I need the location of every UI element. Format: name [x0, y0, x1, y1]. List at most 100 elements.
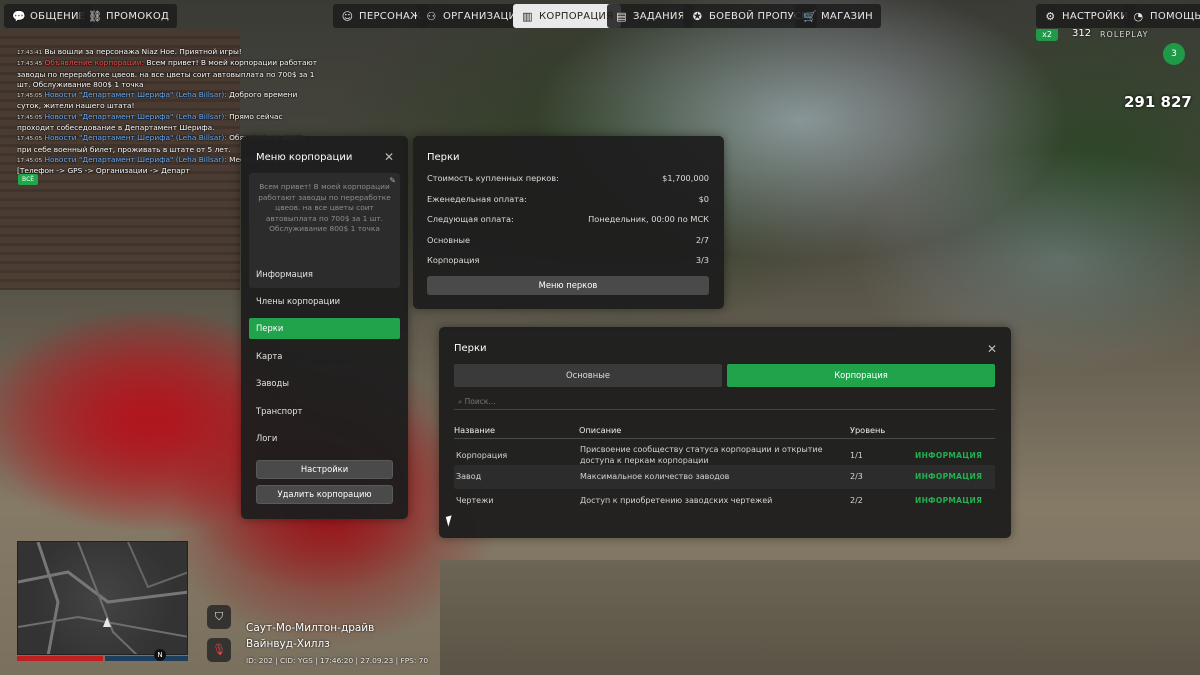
perk-info-button[interactable]: ИНФОРМАЦИЯ	[915, 495, 982, 506]
chat-time: 17:43:41	[17, 50, 43, 56]
nav-corporation-label: КОРПОРАЦИЯ	[539, 10, 614, 22]
nav-shop-button[interactable]: 🛒 МАГАЗИН	[795, 4, 881, 28]
level-badge: 3	[1163, 43, 1185, 65]
table-row: Завод Максимальное количество заводов 2/…	[454, 465, 995, 489]
nav-help-label: ПОМОЩЬ	[1150, 10, 1200, 22]
menu-item-perks[interactable]: Перки	[249, 318, 400, 339]
armor-bar	[105, 656, 188, 661]
perk-name: Завод	[456, 472, 482, 481]
summary-value: 2/7	[695, 235, 709, 245]
perk-description: Максимальное количество заводов	[580, 472, 730, 481]
summary-value: $1,700,000	[662, 173, 709, 183]
nav-corporation-button[interactable]: ▥ КОРПОРАЦИЯ	[513, 4, 622, 28]
perk-level: 1/1	[850, 451, 863, 460]
nav-help-button[interactable]: ◔ ПОМОЩЬ	[1124, 4, 1200, 28]
summary-row: Корпорация 3/3	[427, 255, 709, 265]
perks-summary-panel: Перки Стоимость купленных перков: $1,700,…	[413, 136, 724, 309]
chat-prefix: Новости "Департамент Шерифа" (Leha Bills…	[44, 154, 227, 164]
tasks-icon: ▤	[616, 9, 627, 23]
microphone-icon[interactable]: 🎙	[207, 638, 231, 662]
gift-icon: ⛓	[88, 9, 103, 23]
perk-name: Чертежи	[456, 496, 494, 505]
corporation-menu-panel: Меню корпорации ✕ ✎ Всем привет! В моей …	[241, 136, 408, 519]
chat-prefix: Объявление корпорации:	[44, 58, 145, 68]
nav-character-button[interactable]: ☺ ПЕРСОНАЖ	[333, 4, 430, 28]
search-placeholder: Поиск...	[464, 397, 496, 406]
summary-row: Стоимость купленных перков: $1,700,000	[427, 173, 709, 183]
table-row: Чертежи Доступ к приобретению заводских …	[454, 489, 995, 513]
summary-label: Корпорация	[427, 255, 480, 265]
summary-value: Понедельник, 00:00 по МСК	[588, 214, 709, 224]
chat-time: 17:43:45	[17, 61, 43, 68]
summary-title: Перки	[427, 152, 460, 163]
close-icon[interactable]: ✕	[987, 342, 997, 356]
chat-icon: 💬	[12, 9, 26, 23]
menu-item-info[interactable]: Информация	[249, 264, 400, 285]
search-input[interactable]: ⌕ Поиск...	[454, 394, 995, 410]
user-icon: ☺	[341, 9, 354, 23]
perk-description: Доступ к приобретению заводских чертежей	[580, 496, 773, 505]
nav-promocode-button[interactable]: ⛓ ПРОМОКОД	[80, 4, 178, 28]
nav-battlepass-label: БОЕВОЙ ПРОПУСК	[709, 10, 809, 22]
nav-shop-label: МАГАЗИН	[821, 10, 873, 22]
nav-tasks-button[interactable]: ▤ ЗАДАНИЯ	[607, 4, 693, 28]
help-icon: ◔	[1133, 9, 1144, 23]
column-header-name: Название	[454, 425, 496, 435]
chat-filter-button[interactable]: ВСЁ	[18, 174, 39, 185]
summary-label: Следующая оплата:	[427, 214, 514, 224]
summary-row: Основные 2/7	[427, 235, 709, 245]
chat-prefix: Новости "Департамент Шерифа" (Leha Bills…	[44, 133, 227, 143]
top-navigation: 💬 ОБЩЕНИЕ ⛓ ПРОМОКОД ☺ ПЕРСОНАЖ ⚇ ОРГАНИ…	[0, 0, 1200, 31]
chat-line: 17:43:45 Объявление корпорации: Всем при…	[17, 58, 317, 90]
chat-prefix: Новости "Департамент Шерифа" (Leha Bills…	[44, 90, 227, 100]
perks-list-panel: Перки ✕ Основные Корпорация ⌕ Поиск... Н…	[439, 327, 1011, 538]
perk-name: Корпорация	[456, 451, 508, 460]
delete-corporation-button[interactable]: Удалить корпорацию	[256, 485, 393, 504]
summary-label: Основные	[427, 235, 470, 245]
settings-button[interactable]: Настройки	[256, 460, 393, 479]
close-icon[interactable]: ✕	[384, 150, 394, 164]
minimap	[17, 541, 188, 655]
health-bar	[17, 656, 103, 661]
search-icon: ⌕	[458, 397, 463, 406]
summary-value: $0	[698, 194, 709, 204]
nav-organization-label: ОРГАНИЗАЦИЯ	[443, 10, 524, 22]
chat-time: 17:45:05	[17, 157, 43, 164]
perk-menu-button[interactable]: Меню перков	[427, 276, 709, 295]
menu-item-members[interactable]: Члены корпорации	[249, 291, 400, 312]
edit-icon[interactable]: ✎	[389, 176, 396, 187]
street-name: Саут-Мо-Милтон-драйв	[246, 622, 375, 634]
menu-item-factories[interactable]: Заводы	[249, 373, 400, 394]
server-logo: ROLEPLAY	[1100, 30, 1149, 39]
menu-item-logs[interactable]: Логи	[249, 428, 400, 449]
chat-line: 17:45:05 Новости "Департамент Шерифа" (L…	[17, 90, 317, 112]
summary-label: Еженедельная оплата:	[427, 194, 527, 204]
perk-info-button[interactable]: ИНФОРМАЦИЯ	[915, 471, 982, 482]
nav-promocode-label: ПРОМОКОД	[106, 10, 170, 22]
summary-label: Стоимость купленных перков:	[427, 173, 559, 183]
compass-north: N	[154, 649, 166, 661]
nav-tasks-label: ЗАДАНИЯ	[633, 10, 685, 22]
column-header-description: Описание	[579, 425, 622, 435]
header-divider	[454, 438, 995, 439]
chat-text: Вы вошли за персонажа Niaz Hoe. Приятной…	[44, 47, 242, 56]
menu-item-transport[interactable]: Транспорт	[249, 401, 400, 422]
tab-corporation[interactable]: Корпорация	[727, 364, 995, 387]
menu-title: Меню корпорации	[256, 152, 353, 163]
menu-item-map[interactable]: Карта	[249, 346, 400, 367]
perks-title: Перки	[454, 343, 487, 354]
summary-value: 3/3	[695, 255, 709, 265]
tab-basic[interactable]: Основные	[454, 364, 722, 387]
summary-row: Следующая оплата: Понедельник, 00:00 по М…	[427, 214, 709, 224]
chat-time: 17:45:05	[17, 114, 43, 121]
perk-level: 2/3	[850, 472, 863, 481]
nav-settings-label: НАСТРОЙКИ	[1062, 10, 1129, 22]
gear-icon: ⚙	[1045, 9, 1056, 23]
building-icon: ▥	[522, 9, 533, 23]
nav-character-label: ПЕРСОНАЖ	[359, 10, 422, 22]
nav-chat-label: ОБЩЕНИЕ	[30, 10, 86, 22]
pass-icon: ✪	[692, 9, 703, 23]
shield-icon[interactable]: ⛉	[207, 605, 231, 629]
perk-info-button[interactable]: ИНФОРМАЦИЯ	[915, 450, 982, 461]
nav-settings-button[interactable]: ⚙ НАСТРОЙКИ	[1036, 4, 1137, 28]
